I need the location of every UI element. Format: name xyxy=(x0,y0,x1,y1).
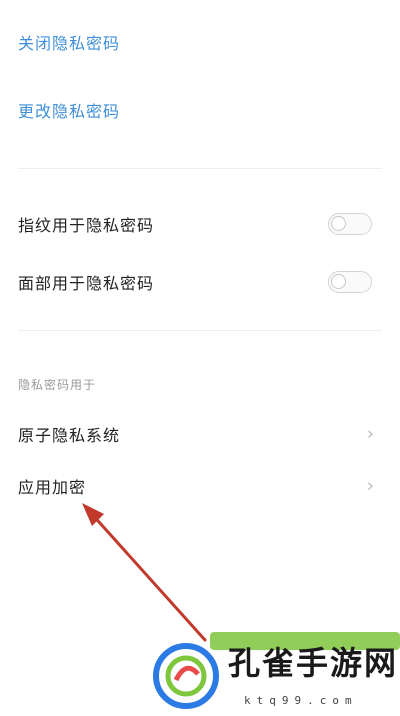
watermark-text: 孔雀手游网 xyxy=(228,644,399,682)
peacock-logo-icon xyxy=(153,643,219,709)
watermark-url: ktq99.com xyxy=(244,694,358,707)
annotation-arrow-icon xyxy=(82,503,207,642)
watermark: 孔雀手游网 ktq99.com xyxy=(140,632,400,716)
